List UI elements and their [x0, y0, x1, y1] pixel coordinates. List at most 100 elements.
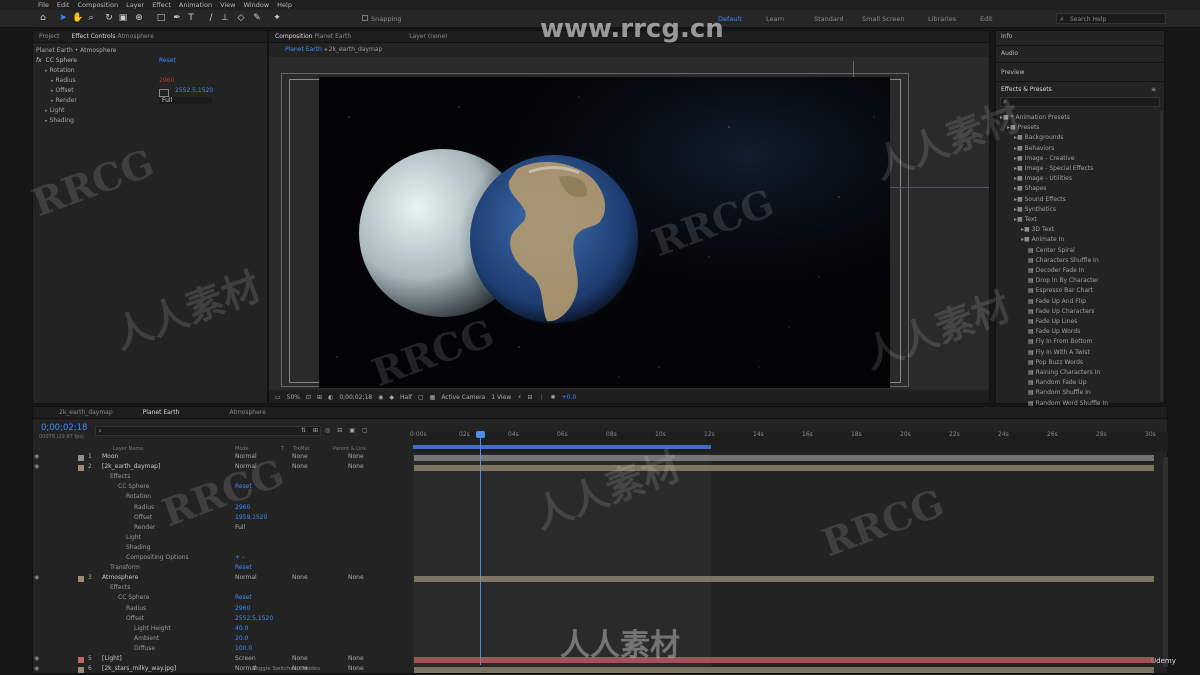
fast-preview-icon[interactable]: ⚡: [517, 394, 521, 401]
mask-visibility-icon[interactable]: ◐: [328, 394, 333, 401]
tab-atmosphere[interactable]: Atmosphere: [229, 409, 265, 416]
menu-item-window[interactable]: Window: [240, 1, 274, 9]
preset-folder[interactable]: ▸■ Synthetics: [1014, 206, 1056, 213]
timeline-icon[interactable]: ⊟: [528, 394, 533, 401]
camera-view-dropdown[interactable]: Active Camera: [441, 394, 485, 401]
effect-prop-value-offset[interactable]: 2552.5,1520: [175, 87, 213, 94]
parent-dropdown[interactable]: None: [348, 463, 364, 470]
property-value[interactable]: 1959,1520: [235, 514, 267, 521]
flowchart-icon[interactable]: ⋮: [539, 394, 545, 401]
expand-triangle-icon[interactable]: ▸: [51, 98, 54, 104]
view-layout-dropdown[interactable]: 1 View: [491, 394, 511, 401]
property-value[interactable]: Reset: [235, 594, 252, 601]
timeline-property-row[interactable]: Ambient 20.0: [30, 635, 412, 645]
parent-dropdown[interactable]: None: [348, 655, 364, 662]
property-value[interactable]: 40.0: [235, 625, 248, 632]
preset-item[interactable]: ▤ Fade Up Lines: [1028, 318, 1077, 325]
parent-dropdown[interactable]: None: [348, 574, 364, 581]
expand-triangle-icon[interactable]: ▸: [45, 118, 48, 124]
visibility-eye-icon[interactable]: ◉: [34, 453, 39, 460]
blend-mode-dropdown[interactable]: Normal: [235, 665, 257, 672]
timeline-layer-row[interactable]: ◉ 6 [2k_stars_milky_way.jpg] Normal None None: [30, 665, 412, 675]
camera-tool-icon[interactable]: ▣: [118, 13, 128, 24]
label-color-swatch[interactable]: [78, 465, 84, 472]
timeline-layer-row[interactable]: ◉ 1 Moon Normal None None: [30, 453, 412, 463]
tab-planet-earth[interactable]: Planet Earth: [143, 409, 180, 416]
workspace-small-screen[interactable]: Small Screen: [862, 15, 904, 23]
snapping-checkbox[interactable]: [362, 15, 368, 21]
preset-item[interactable]: ▤ Decoder Fade In: [1028, 267, 1084, 274]
reset-exposure-icon[interactable]: ✺: [551, 394, 556, 401]
preset-item[interactable]: ▤ Raining Characters In: [1028, 369, 1100, 376]
expand-triangle-icon[interactable]: ▸: [51, 88, 54, 94]
property-value[interactable]: Full: [235, 524, 245, 531]
property-value[interactable]: 2960: [235, 605, 250, 612]
property-value[interactable]: + –: [235, 554, 245, 561]
rotate-tool-icon[interactable]: ↻: [104, 13, 114, 24]
channel-icon[interactable]: ◆: [389, 394, 394, 401]
preset-folder[interactable]: ▸■ Image - Special Effects: [1014, 165, 1093, 172]
property-value[interactable]: 2552.5,1520: [235, 615, 273, 622]
search-help-field[interactable]: ⌕ Search Help: [1056, 13, 1166, 24]
pan-behind-tool-icon[interactable]: ⊕: [134, 13, 144, 24]
zoom-tool-icon[interactable]: ⌕: [86, 13, 96, 24]
puppet-pin-icon[interactable]: ✦: [272, 13, 282, 24]
preset-item[interactable]: ▤ Drop In By Character: [1028, 277, 1099, 284]
effects-scrollbar[interactable]: [1160, 111, 1163, 401]
expand-triangle-icon[interactable]: ▸: [45, 108, 48, 114]
layer-duration-bar[interactable]: [414, 657, 1154, 663]
timeline-property-row[interactable]: Light: [30, 534, 412, 544]
timeline-property-row[interactable]: CC Sphere Reset: [30, 594, 412, 604]
layer-duration-bar[interactable]: [414, 465, 1154, 472]
property-value[interactable]: 100.0: [235, 645, 252, 652]
track-matte-dropdown[interactable]: None: [292, 574, 308, 581]
timeline-property-row[interactable]: Light Height 40.0: [30, 625, 412, 635]
menu-item-layer[interactable]: Layer: [122, 1, 148, 9]
preset-item[interactable]: ▤ Fade Up And Flip: [1028, 298, 1086, 305]
layer-duration-bar[interactable]: [414, 576, 1154, 583]
visibility-eye-icon[interactable]: ◉: [34, 463, 39, 470]
timeline-property-row[interactable]: Render Full: [30, 524, 412, 534]
timeline-property-row[interactable]: Diffuse 100.0: [30, 645, 412, 655]
layer-duration-bar[interactable]: [414, 455, 1154, 461]
blend-mode-dropdown[interactable]: Screen: [235, 655, 256, 662]
preset-folder[interactable]: ▸■ Image - Utilities: [1014, 175, 1072, 182]
tab-composition[interactable]: Composition Planet Earth: [275, 33, 351, 40]
preset-item[interactable]: ▤ Fade Up Words: [1028, 328, 1080, 335]
breadcrumb-earth-daymap[interactable]: 2k_earth_daymap: [329, 46, 383, 53]
viewer-timecode[interactable]: 0;00;02;18: [339, 394, 372, 401]
preset-item[interactable]: ▤ Pop Buzz Words: [1028, 359, 1083, 366]
type-tool-icon[interactable]: T: [186, 13, 196, 24]
preset-item[interactable]: ▤ Fade Up Characters: [1028, 308, 1094, 315]
preset-item[interactable]: ▤ Random Shuffle In: [1028, 389, 1091, 396]
fit-icon[interactable]: ⊡: [306, 394, 311, 401]
info-panel-tab[interactable]: Info: [1001, 33, 1012, 40]
visibility-eye-icon[interactable]: ◉: [34, 665, 39, 672]
breadcrumb-planet-earth[interactable]: Planet Earth: [285, 46, 322, 53]
magnification-dropdown[interactable]: 50%: [287, 394, 300, 401]
menu-item-animation[interactable]: Animation: [175, 1, 216, 9]
preview-panel-tab[interactable]: Preview: [1001, 69, 1024, 76]
panel-menu-icon[interactable]: ≡: [1151, 86, 1156, 93]
pen-tool-icon[interactable]: ✒: [172, 13, 182, 24]
preset-item[interactable]: ▤ Espresso Bar Chart: [1028, 287, 1093, 294]
preset-folder[interactable]: ▸■ Image - Creative: [1014, 155, 1075, 162]
timeline-property-row[interactable]: Offset 2552.5,1520: [30, 615, 412, 625]
menu-item-view[interactable]: View: [216, 1, 239, 9]
timeline-property-row[interactable]: Radius 2960: [30, 605, 412, 615]
timeline-switch-icons[interactable]: ⇅⊞◎⊟▣▢: [301, 427, 375, 434]
resolution-dropdown[interactable]: Half: [400, 394, 412, 401]
timeline-timecode[interactable]: 0;00;02;18: [41, 423, 87, 433]
preset-folder[interactable]: ▸■ Behaviors: [1014, 145, 1054, 152]
preset-item[interactable]: ▤ Random Fade Up: [1028, 379, 1087, 386]
blend-mode-dropdown[interactable]: Normal: [235, 574, 257, 581]
label-color-swatch[interactable]: [78, 576, 84, 583]
effect-prop-value-render[interactable]: Full: [159, 97, 213, 104]
timeline-property-row[interactable]: Shading: [30, 544, 412, 554]
offset-crosshair-icon[interactable]: [159, 89, 169, 97]
grid-icon[interactable]: ⊞: [317, 394, 322, 401]
effect-prop-light[interactable]: ▸ Light: [45, 107, 65, 114]
workspace-standard[interactable]: Standard: [814, 15, 844, 23]
tab-layer[interactable]: Layer (none): [409, 33, 447, 40]
brush-tool-icon[interactable]: ∕: [206, 13, 216, 24]
